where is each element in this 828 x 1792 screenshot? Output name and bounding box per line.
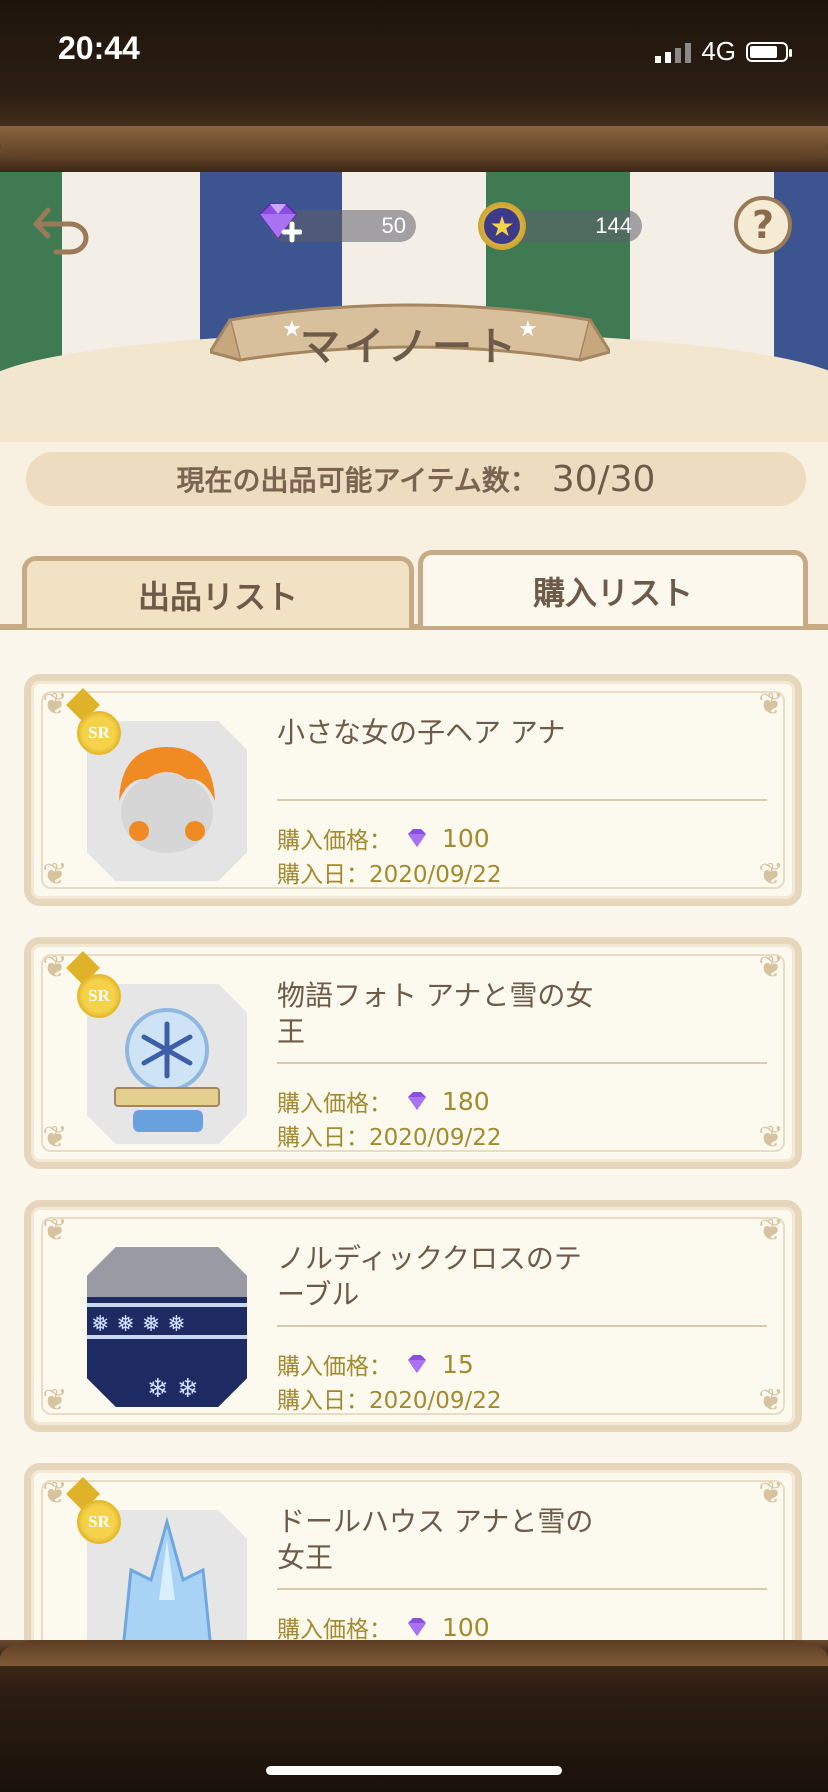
status-time: 20:44 <box>58 30 140 66</box>
item-name: 小さな女の子ヘア アナ <box>277 716 566 749</box>
list-item[interactable]: ❦ ❦ ❦ ❦ SR 小さな女の子ヘア アナ 購入価格： 100 購入日：202… <box>24 674 802 906</box>
purchase-price: 購入価格： 100 <box>277 1610 490 1644</box>
ornament-icon: ❦ <box>758 687 784 722</box>
back-arrow-icon[interactable] <box>30 202 94 258</box>
status-indicators: 4G <box>655 36 792 67</box>
ornament-icon: ❦ <box>42 857 68 892</box>
list-item[interactable]: ❦ ❦ ❦ ❦ ❅ ❅ ❅ ❅ ❄ ❄ ノルディッククロスのテーブル 購入価格：… <box>24 1200 802 1432</box>
ornament-icon: ❦ <box>758 1476 784 1511</box>
price-label: 購入価格： <box>277 1617 392 1643</box>
coin-count: 144 <box>595 213 632 238</box>
home-indicator[interactable] <box>266 1766 562 1775</box>
gem-icon <box>408 829 426 847</box>
date-value: 2020/09/22 <box>369 862 502 888</box>
date-value: 2020/09/22 <box>369 1125 502 1151</box>
ornament-icon: ❦ <box>42 1383 68 1418</box>
add-gem-icon[interactable] <box>250 200 302 250</box>
svg-text:★: ★ <box>518 317 538 342</box>
battery-icon <box>746 41 792 62</box>
purchase-price: 購入価格： 180 <box>277 1084 490 1118</box>
ornament-icon: ❦ <box>42 1213 68 1248</box>
ornament-icon: ❦ <box>758 1383 784 1418</box>
ornament-icon: ❦ <box>758 1213 784 1248</box>
price-value: 15 <box>442 1349 474 1379</box>
listing-capacity-bar: 現在の出品可能アイテム数： 30/30 <box>26 452 806 506</box>
price-label: 購入価格： <box>277 828 392 854</box>
purchase-price: 購入価格： 15 <box>277 1347 474 1381</box>
price-value: 100 <box>442 823 490 853</box>
list-item[interactable]: ❦ ❦ ❦ ❦ SR 物語フォト アナと雪の女王 購入価格： 180 購入日：2… <box>24 937 802 1169</box>
gem-icon <box>408 1618 426 1636</box>
title-ribbon: ★ ★ <box>210 303 610 362</box>
nordic-table-cloth-icon: ❅ ❅ ❅ ❅ ❄ ❄ <box>87 1247 247 1407</box>
purchase-price: 購入価格： 100 <box>277 821 490 855</box>
item-thumbnail: ❅ ❅ ❅ ❅ ❄ ❄ <box>87 1247 247 1407</box>
ornament-icon: ❦ <box>758 857 784 892</box>
date-label: 購入日： <box>277 862 369 888</box>
ornament-icon: ❦ <box>758 1120 784 1155</box>
rarity-badge: SR <box>77 974 121 1018</box>
help-button[interactable]: ? <box>734 196 792 254</box>
tab-bar: 出品リスト 購入リスト <box>0 550 828 628</box>
ornament-icon: ❦ <box>42 1120 68 1155</box>
item-name: ドールハウス アナと雪の女王 <box>277 1505 594 1574</box>
gem-icon <box>408 1355 426 1373</box>
tab-listing[interactable]: 出品リスト <box>22 556 414 628</box>
capacity-value: 30/30 <box>551 458 656 500</box>
tab-purchase[interactable]: 購入リスト <box>418 550 808 626</box>
gem-icon <box>408 1092 426 1110</box>
price-label: 購入価格： <box>277 1354 392 1380</box>
svg-text:❅ ❅ ❅ ❅: ❅ ❅ ❅ ❅ <box>91 1312 186 1337</box>
ornament-icon: ❦ <box>758 950 784 985</box>
signal-icon <box>655 41 692 63</box>
price-label: 購入価格： <box>277 1091 392 1117</box>
date-label: 購入日： <box>277 1388 369 1414</box>
svg-text:★: ★ <box>282 317 302 342</box>
item-name: ノルディッククロスのテーブル <box>277 1242 582 1311</box>
top-frame-rim <box>0 126 828 160</box>
date-value: 2020/09/22 <box>369 1388 502 1414</box>
purchase-date: 購入日：2020/09/22 <box>277 1118 502 1152</box>
rarity-badge: SR <box>77 1500 121 1544</box>
purchase-date: 購入日：2020/09/22 <box>277 855 502 889</box>
capacity-label: 現在の出品可能アイテム数： <box>176 464 538 497</box>
header: 50 144 ★ ? ★ ★ マイノート <box>0 172 828 442</box>
top-frame <box>0 0 828 172</box>
date-label: 購入日： <box>277 1125 369 1151</box>
price-value: 100 <box>442 1612 490 1642</box>
bottom-frame-rim <box>0 1640 828 1666</box>
rarity-badge: SR <box>77 711 121 755</box>
item-name: 物語フォト アナと雪の女王 <box>277 979 594 1048</box>
purchase-date: 購入日：2020/09/22 <box>277 1381 502 1415</box>
star-coin-icon: ★ <box>478 202 526 250</box>
svg-text:❄ ❄: ❄ ❄ <box>147 1374 199 1404</box>
gem-count: 50 <box>381 213 406 238</box>
network-label: 4G <box>701 36 736 66</box>
price-value: 180 <box>442 1086 490 1116</box>
